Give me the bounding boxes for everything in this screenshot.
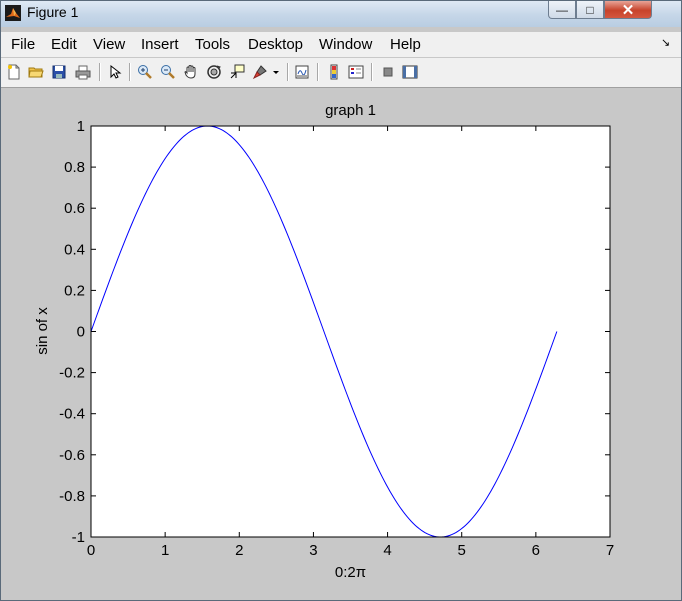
pointer-icon[interactable] xyxy=(106,63,124,81)
x-axis-label: 0:2π xyxy=(335,564,366,581)
y-tick-label: -0.2 xyxy=(59,365,85,382)
menu-bar: File Edit View Insert Tools Desktop Wind… xyxy=(1,32,681,57)
show-plot-tools-icon[interactable] xyxy=(401,63,419,81)
x-tick-label: 1 xyxy=(161,542,169,559)
rotate-3d-icon[interactable] xyxy=(205,63,223,81)
data-cursor-icon[interactable] xyxy=(228,63,246,81)
figure-window: Figure 1 — □ ✕ File Edit View Insert Too… xyxy=(0,0,682,601)
x-tick-label: 2 xyxy=(235,542,243,559)
maximize-button[interactable]: □ xyxy=(576,1,604,19)
open-folder-icon[interactable] xyxy=(27,63,45,81)
brush-icon[interactable] xyxy=(251,63,269,81)
y-tick-label: 1 xyxy=(77,118,85,135)
brush-dropdown-icon[interactable] xyxy=(271,63,281,81)
y-axis-label: sin of x xyxy=(34,307,51,355)
minimize-button[interactable]: — xyxy=(548,1,576,19)
y-tick-label: 0 xyxy=(77,324,85,341)
y-tick-label: -0.6 xyxy=(59,447,85,464)
colorbar-icon[interactable] xyxy=(325,63,343,81)
y-tick-label: -0.4 xyxy=(59,406,85,423)
title-bar[interactable]: Figure 1 — □ ✕ xyxy=(1,1,681,27)
pan-hand-icon[interactable] xyxy=(182,63,200,81)
toolbar-separator xyxy=(317,63,319,81)
zoom-out-icon[interactable] xyxy=(159,63,177,81)
matlab-logo-icon xyxy=(5,5,21,21)
dock-arrow-icon[interactable]: ↘ xyxy=(661,36,670,49)
menu-desktop[interactable]: Desktop xyxy=(248,36,303,53)
toolbar-separator xyxy=(99,63,101,81)
menu-window[interactable]: Window xyxy=(319,36,372,53)
save-icon[interactable] xyxy=(50,63,68,81)
y-tick-label: 0.2 xyxy=(64,282,85,299)
toolbar-separator xyxy=(287,63,289,81)
toolbar-separator xyxy=(129,63,131,81)
maximize-icon: □ xyxy=(586,2,594,17)
minimize-icon: — xyxy=(556,2,568,17)
window-title: Figure 1 xyxy=(27,4,79,20)
menu-view[interactable]: View xyxy=(93,36,125,53)
close-button[interactable]: ✕ xyxy=(604,1,652,19)
menu-help[interactable]: Help xyxy=(390,36,421,53)
x-tick-label: 7 xyxy=(606,542,614,559)
toolbar-separator xyxy=(371,63,373,81)
y-tick-label: 0.8 xyxy=(64,159,85,176)
figure-canvas: 0 1 2 3 4 5 6 7 1 0.8 0.6 0.4 0.2 0 -0.2 -0.4 -0.6 -0.8 -1… xyxy=(1,88,681,600)
plot-svg: 0 1 2 3 4 5 6 7 1 0.8 0.6 0.4 0.2 0 -0.2 -0.4 -0.6 -0.8 -1… xyxy=(34,102,614,581)
y-tick-label: 0.4 xyxy=(64,241,85,258)
close-icon: ✕ xyxy=(621,1,635,19)
x-tick-label: 6 xyxy=(532,542,540,559)
legend-icon[interactable] xyxy=(347,63,365,81)
link-plot-icon[interactable] xyxy=(293,63,311,81)
y-tick-label: -1 xyxy=(72,529,85,546)
hide-plot-tools-icon[interactable] xyxy=(379,63,397,81)
x-tick-label: 3 xyxy=(309,542,317,559)
menu-insert[interactable]: Insert xyxy=(141,36,179,53)
x-tick-label: 4 xyxy=(383,542,391,559)
zoom-in-icon[interactable] xyxy=(136,63,154,81)
y-tick-label: 0.6 xyxy=(64,200,85,217)
print-icon[interactable] xyxy=(74,63,92,81)
chart-title: graph 1 xyxy=(325,102,376,119)
menu-file[interactable]: File xyxy=(11,36,35,53)
axes-background[interactable] xyxy=(91,126,610,537)
figure-toolbar xyxy=(1,58,681,88)
x-tick-label: 5 xyxy=(458,542,466,559)
menu-tools[interactable]: Tools xyxy=(195,36,230,53)
y-tick-label: -0.8 xyxy=(59,488,85,505)
menu-edit[interactable]: Edit xyxy=(51,36,77,53)
x-tick-label: 0 xyxy=(87,542,95,559)
new-file-icon[interactable] xyxy=(5,63,23,81)
